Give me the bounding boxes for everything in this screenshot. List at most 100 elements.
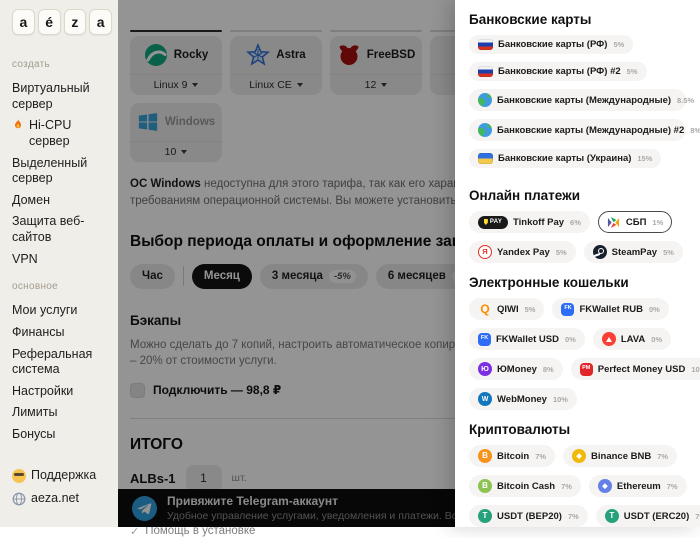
usdt-icon xyxy=(478,509,492,523)
webmoney-icon xyxy=(478,392,492,406)
payment-method-fkwallet-usd[interactable]: FKWallet USD 0% xyxy=(469,328,585,350)
payment-method-qiwi[interactable]: QIWI 5% xyxy=(469,298,545,320)
perfect-money-icon xyxy=(579,362,593,376)
globe-icon xyxy=(478,123,492,137)
sidebar-item-settings[interactable]: Настройки xyxy=(12,384,112,400)
payments-section-online-title: Онлайн платежи xyxy=(469,188,580,203)
sidebar-item-limits[interactable]: Лимиты xyxy=(12,405,112,421)
logo-letter: a xyxy=(89,9,112,35)
payment-methods-panel: Банковские карты Банковские карты (РФ) 5… xyxy=(455,0,700,527)
tinkoff-pay-icon xyxy=(478,215,508,229)
sbp-icon xyxy=(607,215,621,229)
payment-method-bank-ukraine[interactable]: Банковские карты (Украина) 15% xyxy=(469,149,662,168)
payments-section-bank-cards-title: Банковские карты xyxy=(469,12,592,27)
sidebar-item-my-services[interactable]: Мои услуги xyxy=(12,303,112,319)
payment-method-yandex-pay[interactable]: Yandex Pay 5% xyxy=(469,241,576,263)
ukraine-flag-icon xyxy=(478,153,493,164)
sidebar-item-website-protection[interactable]: Защита веб-сайтов xyxy=(12,214,112,245)
fee-badge: 10% xyxy=(552,394,568,404)
sidebar-item-aeza-net[interactable]: aeza.net xyxy=(12,491,112,507)
payments-section-crypto-title: Криптовалюты xyxy=(469,422,571,437)
fee-badge: 8% xyxy=(542,364,554,374)
fee-badge: 8% xyxy=(690,125,700,135)
fee-badge: 7% xyxy=(561,481,572,491)
usdt-icon xyxy=(604,509,619,523)
qiwi-icon xyxy=(478,302,492,316)
payment-method-steampay[interactable]: SteamPay 5% xyxy=(583,241,683,263)
sidebar-item-hicpu-server[interactable]: Hi-CPU сервер xyxy=(12,118,112,149)
lava-icon xyxy=(601,332,616,346)
app: a é z a создать Виртуальный сервер Hi-CP… xyxy=(0,0,700,538)
payment-method-webmoney[interactable]: WebMoney 10% xyxy=(469,388,577,410)
globe-icon xyxy=(12,492,26,506)
fee-badge: 5% xyxy=(524,304,536,314)
fee-badge: 0% xyxy=(564,334,576,344)
support-face-icon xyxy=(12,468,26,483)
payments-section-ewallets-title: Электронные кошельки xyxy=(469,275,629,290)
fee-badge: 5% xyxy=(626,67,638,76)
russia-flag-icon xyxy=(478,66,493,77)
fee-badge: 7% xyxy=(657,451,669,461)
sidebar-section-main-label: основное xyxy=(12,281,59,293)
payment-method-usdt-erc20[interactable]: USDT (ERC20) 7% xyxy=(595,505,700,527)
bitcoin-cash-icon xyxy=(478,479,492,493)
crypto-row: Bitcoin Cash 7% Ethereum 7% xyxy=(469,475,687,497)
fee-badge: 1% xyxy=(652,217,664,227)
sidebar-item-finance[interactable]: Финансы xyxy=(12,325,112,341)
payment-method-bank-ru-2[interactable]: Банковские карты (РФ) #2 5% xyxy=(469,62,647,81)
online-payments-row: Tinkoff Pay 6% СБП 1% xyxy=(469,211,686,233)
globe-icon xyxy=(478,93,492,107)
ewallets-row: WebMoney 10% xyxy=(469,388,686,410)
sidebar-footer: Поддержка aeza.net xyxy=(12,468,112,515)
sidebar-section-create-label: создать xyxy=(12,59,50,70)
fee-badge: 8.5% xyxy=(677,95,695,105)
payment-method-binance-bnb[interactable]: Binance BNB 7% xyxy=(563,445,678,467)
fee-badge: 5% xyxy=(663,247,674,257)
payment-method-bitcoin-cash[interactable]: Bitcoin Cash 7% xyxy=(469,475,581,497)
payment-method-perfect-money-usd[interactable]: Perfect Money USD 10% xyxy=(570,358,700,380)
payment-method-ethereum[interactable]: Ethereum 7% xyxy=(588,475,687,497)
payment-method-fkwallet-rub[interactable]: FKWallet RUB 0% xyxy=(552,298,669,320)
steam-icon xyxy=(592,245,607,259)
fee-badge: 15% xyxy=(637,154,653,163)
ewallets-row: ЮMoney 8% Perfect Money USD 10% xyxy=(469,358,700,380)
fkwallet-icon xyxy=(561,302,575,316)
sidebar-item-virtual-server[interactable]: Виртуальный сервер xyxy=(12,81,112,112)
russia-flag-icon xyxy=(478,39,493,50)
sidebar-item-vpn[interactable]: VPN xyxy=(12,252,112,268)
bank-cards-list: Банковские карты (РФ) 5% Банковские карт… xyxy=(469,35,700,176)
sidebar-item-dedicated-server[interactable]: Выделенный сервер xyxy=(12,156,112,187)
sidebar-item-support[interactable]: Поддержка xyxy=(12,468,112,484)
payment-method-sbp[interactable]: СБП 1% xyxy=(597,211,673,233)
fee-badge: 7% xyxy=(666,481,678,491)
payment-method-bank-ru[interactable]: Банковские карты (РФ) 5% xyxy=(469,35,634,54)
payment-method-tinkoff-pay[interactable]: Tinkoff Pay 6% xyxy=(469,211,590,233)
ewallets-row: FKWallet USD 0% LAVA 0% xyxy=(469,328,686,350)
fee-badge: 0% xyxy=(651,334,663,344)
online-payments-row: Yandex Pay 5% SteamPay 5% xyxy=(469,241,686,263)
sidebar-item-bonuses[interactable]: Бонусы xyxy=(12,427,112,443)
crypto-row: USDT (BEP20) 7% USDT (ERC20) 7% xyxy=(469,505,700,527)
logo-letter: é xyxy=(37,9,61,35)
fee-badge: 6% xyxy=(570,217,581,227)
payment-method-usdt-bep20[interactable]: USDT (BEP20) 7% xyxy=(469,505,588,527)
aeza-logo[interactable]: a é z a xyxy=(12,9,112,35)
payment-method-bank-international[interactable]: Банковские карты (Международные) 8.5% xyxy=(469,89,694,111)
fee-badge: 5% xyxy=(555,247,567,257)
fee-badge: 7% xyxy=(695,511,700,521)
payment-method-bank-international-2[interactable]: Банковские карты (Международные) #2 8% xyxy=(469,119,700,141)
crypto-row: Bitcoin 7% Binance BNB 7% xyxy=(469,445,686,467)
bitcoin-icon xyxy=(478,449,492,463)
payment-method-lava[interactable]: LAVA 0% xyxy=(592,328,672,350)
ethereum-icon xyxy=(597,479,612,493)
sidebar-item-referral[interactable]: Реферальная система xyxy=(12,347,112,378)
payment-method-bitcoin[interactable]: Bitcoin 7% xyxy=(469,445,556,467)
sidebar-item-domain[interactable]: Домен xyxy=(12,193,112,209)
fee-badge: 0% xyxy=(649,304,660,314)
payment-method-yoomoney[interactable]: ЮMoney 8% xyxy=(469,358,563,380)
fkwallet-icon xyxy=(478,332,491,346)
logo-letter: z xyxy=(63,9,87,35)
ewallets-row: QIWI 5% FKWallet RUB 0% xyxy=(469,298,686,320)
yandex-pay-icon xyxy=(478,245,492,259)
fee-badge: 7% xyxy=(535,451,547,461)
